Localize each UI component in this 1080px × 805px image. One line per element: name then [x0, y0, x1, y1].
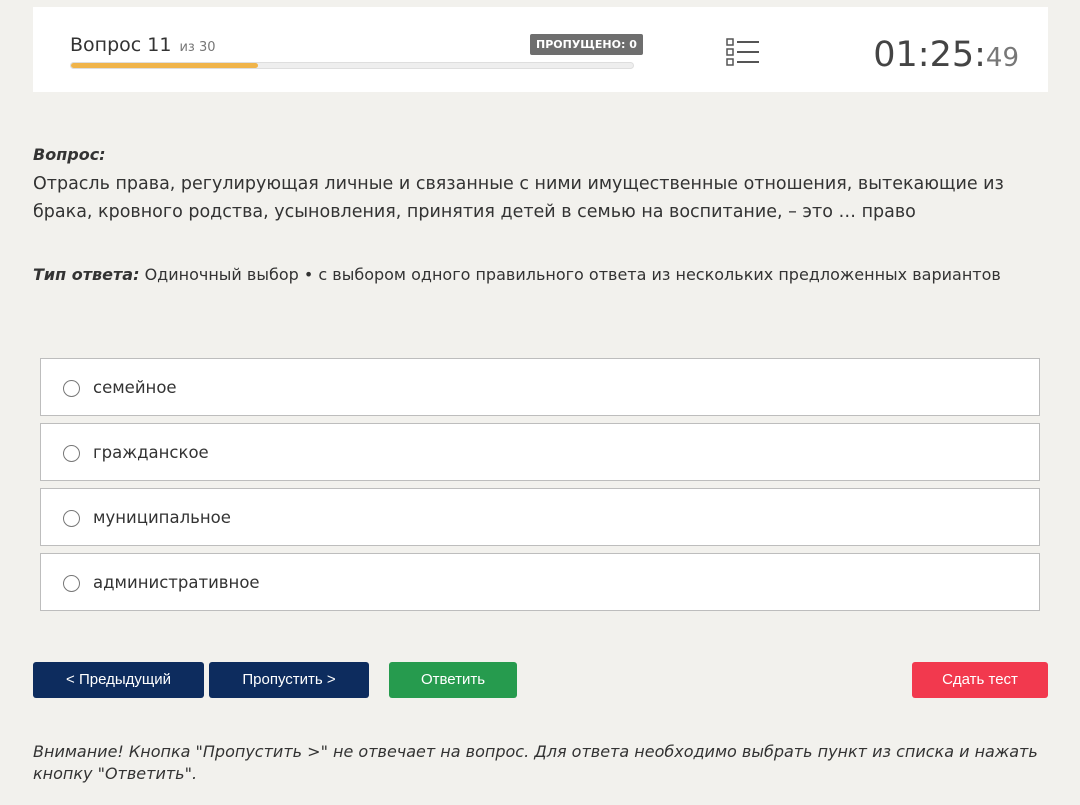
answer-type-value: Одиночный выбор • с выбором одного прави…: [144, 265, 1001, 284]
progress-bar: [70, 62, 634, 69]
radio-button[interactable]: [63, 575, 80, 592]
progress-fill: [71, 63, 259, 68]
question-number: Вопрос 11: [70, 34, 172, 56]
radio-button[interactable]: [63, 380, 80, 397]
previous-button[interactable]: < Предыдущий: [33, 662, 204, 698]
option-item[interactable]: муниципальное: [40, 488, 1040, 546]
question-label: Вопрос:: [33, 145, 106, 164]
radio-button[interactable]: [63, 445, 80, 462]
option-item[interactable]: гражданское: [40, 423, 1040, 481]
answer-type-label: Тип ответа:: [33, 265, 140, 284]
answer-button[interactable]: Ответить: [389, 662, 517, 698]
question-text: Отрасль права, регулирующая личные и свя…: [33, 174, 1004, 222]
skipped-badge: ПРОПУЩЕНО: 0: [530, 34, 643, 55]
timer-seconds: 49: [985, 43, 1019, 73]
skip-button[interactable]: Пропустить >: [209, 662, 369, 698]
question-counter: Вопрос 11 из 30: [70, 34, 216, 56]
option-label: гражданское: [93, 443, 209, 462]
warning-note: Внимание! Кнопка "Пропустить >" не отвеч…: [33, 742, 1038, 783]
option-label: семейное: [93, 378, 177, 397]
answer-type: Тип ответа: Одиночный выбор • с выбором …: [33, 265, 1001, 284]
radio-button[interactable]: [63, 510, 80, 527]
list-icon[interactable]: [726, 37, 760, 71]
test-header: Вопрос 11 из 30 ПРОПУЩЕНО: 0 01:25:49: [33, 7, 1048, 92]
option-item[interactable]: административное: [40, 553, 1040, 611]
timer: 01:25:49: [873, 35, 1019, 75]
submit-test-button[interactable]: Сдать тест: [912, 662, 1048, 698]
timer-main: 01:25:: [873, 35, 986, 75]
option-label: административное: [93, 573, 260, 592]
option-label: муниципальное: [93, 508, 231, 527]
option-item[interactable]: семейное: [40, 358, 1040, 416]
question-total: из 30: [179, 40, 216, 55]
